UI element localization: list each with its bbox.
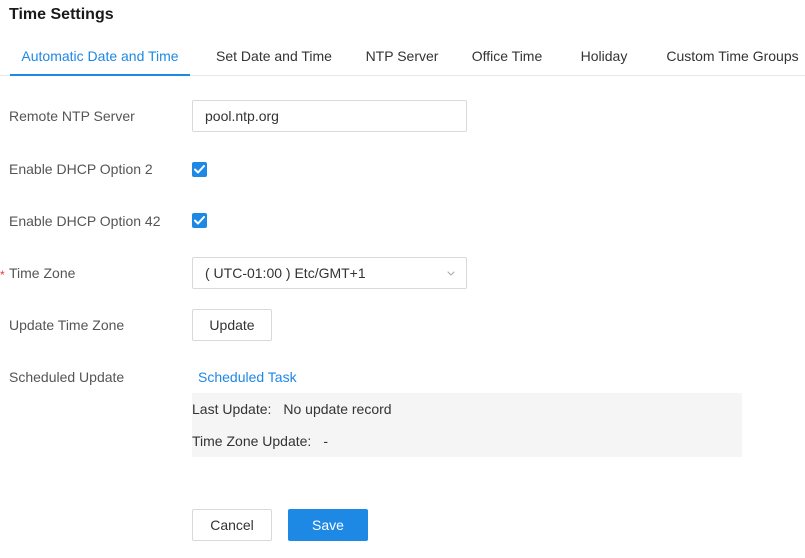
dhcp-option-2-checkbox[interactable] — [192, 162, 207, 177]
time-zone-value: ( UTC-01:00 ) Etc/GMT+1 — [205, 265, 366, 281]
tab-ntp-server[interactable]: NTP Server — [362, 40, 442, 76]
tab-automatic-date-and-time[interactable]: Automatic Date and Time — [10, 40, 190, 76]
time-zone-select[interactable]: ( UTC-01:00 ) Etc/GMT+1 — [192, 257, 467, 289]
check-icon — [194, 165, 205, 174]
scheduled-task-link[interactable]: Scheduled Task — [198, 369, 297, 385]
update-time-zone-label: Update Time Zone — [9, 317, 125, 333]
time-zone-update-row: Time Zone Update: - — [192, 433, 328, 449]
remote-ntp-server-input[interactable] — [192, 100, 467, 132]
dhcp-option-2-label: Enable DHCP Option 2 — [9, 161, 153, 177]
last-update-row: Last Update: No update record — [192, 401, 392, 417]
time-zone-label: Time Zone — [9, 265, 76, 281]
page-title: Time Settings — [9, 6, 114, 23]
save-button[interactable]: Save — [288, 509, 368, 541]
last-update-key: Last Update: — [192, 401, 272, 417]
tab-set-date-and-time[interactable]: Set Date and Time — [210, 40, 338, 76]
scheduled-update-label: Scheduled Update — [9, 369, 125, 385]
cancel-button[interactable]: Cancel — [192, 509, 272, 541]
time-zone-update-key: Time Zone Update: — [192, 433, 312, 449]
last-update-value: No update record — [283, 401, 392, 417]
update-button[interactable]: Update — [192, 309, 272, 341]
check-icon — [194, 216, 205, 225]
required-mark: * — [0, 268, 5, 282]
dhcp-option-42-checkbox[interactable] — [192, 213, 207, 228]
chevron-down-icon — [447, 271, 455, 276]
update-info-box: Last Update: No update record Time Zone U… — [192, 393, 742, 457]
time-zone-update-value: - — [323, 433, 328, 449]
tab-holiday[interactable]: Holiday — [576, 40, 632, 76]
tab-custom-time-groups[interactable]: Custom Time Groups — [660, 40, 805, 76]
tab-office-time[interactable]: Office Time — [466, 40, 548, 76]
dhcp-option-42-label: Enable DHCP Option 42 — [9, 213, 161, 229]
tab-bar: Automatic Date and Time Set Date and Tim… — [0, 40, 805, 76]
remote-ntp-server-label: Remote NTP Server — [9, 108, 135, 124]
